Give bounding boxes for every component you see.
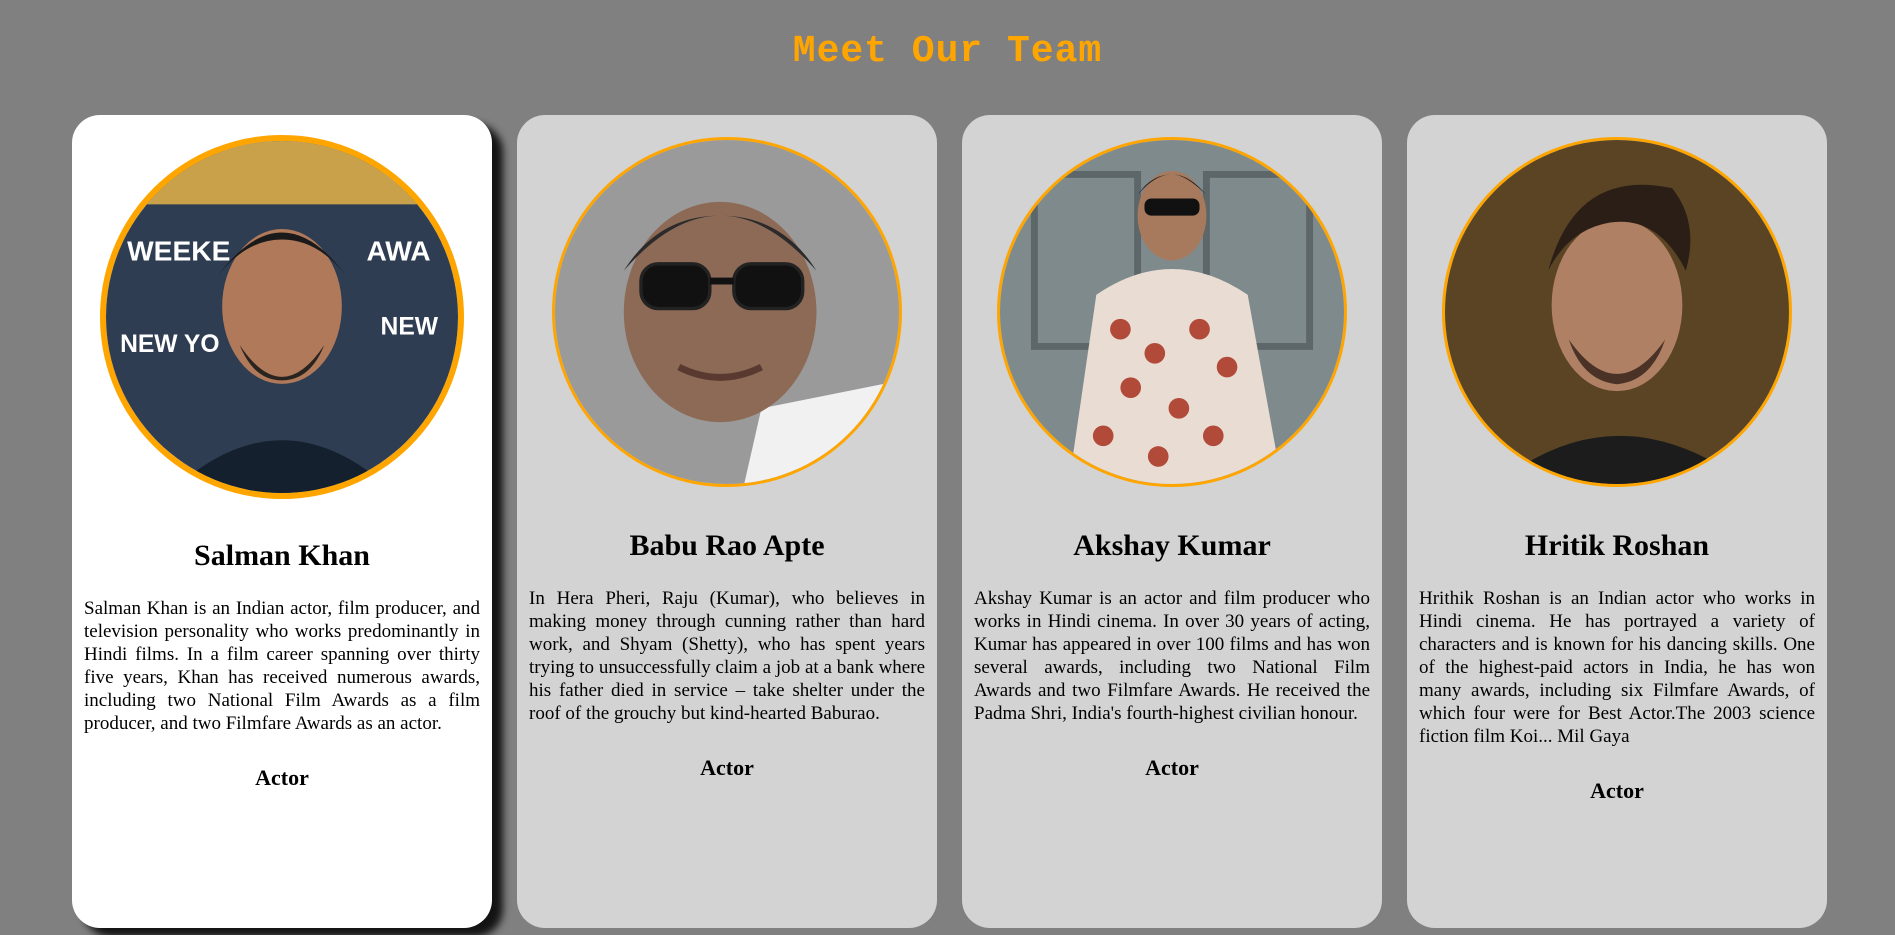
svg-text:NEW YO: NEW YO — [120, 331, 219, 358]
member-bio: In Hera Pheri, Raju (Kumar), who believe… — [529, 588, 925, 724]
team-card-hritik-roshan[interactable]: Hritik Roshan Hrithik Roshan is an India… — [1407, 115, 1827, 928]
member-role: Actor — [1590, 778, 1644, 803]
person-photo-icon — [1000, 140, 1344, 484]
team-card-babu-rao-apte[interactable]: Babu Rao Apte In Hera Pheri, Raju (Kumar… — [517, 115, 937, 928]
team-card-salman-khan[interactable]: WEEKE AWA NEW YO NEW Salman Khan Salman … — [72, 115, 492, 928]
member-bio: Akshay Kumar is an actor and film produc… — [974, 588, 1370, 724]
member-bio: Salman Khan is an Indian actor, film pro… — [84, 598, 480, 734]
team-card-akshay-kumar[interactable]: Akshay Kumar Akshay Kumar is an actor an… — [962, 115, 1382, 928]
person-photo-icon: WEEKE AWA NEW YO NEW — [106, 141, 458, 493]
member-role: Actor — [1145, 755, 1199, 780]
member-bio: Hrithik Roshan is an Indian actor who wo… — [1419, 588, 1815, 747]
avatar — [997, 137, 1347, 487]
team-cards: WEEKE AWA NEW YO NEW Salman Khan Salman … — [72, 115, 1827, 928]
member-name: Babu Rao Apte — [629, 529, 825, 562]
svg-text:NEW: NEW — [381, 314, 439, 341]
person-photo-icon — [1445, 140, 1789, 484]
member-name: Hritik Roshan — [1524, 529, 1710, 562]
team-page: Meet Our Team WEEKE AWA NEW YO NEW Salma… — [0, 0, 1895, 935]
member-role: Actor — [255, 765, 309, 790]
member-role: Actor — [700, 755, 754, 780]
svg-text:WEEKE: WEEKE — [127, 236, 230, 267]
svg-text:AWA: AWA — [366, 236, 430, 267]
avatar — [1442, 137, 1792, 487]
member-name: Akshay Kumar — [1073, 529, 1271, 562]
avatar: WEEKE AWA NEW YO NEW — [100, 135, 464, 499]
person-photo-icon — [555, 140, 899, 484]
avatar — [552, 137, 902, 487]
member-name: Salman Khan — [194, 539, 370, 572]
page-title: Meet Our Team — [792, 30, 1103, 73]
